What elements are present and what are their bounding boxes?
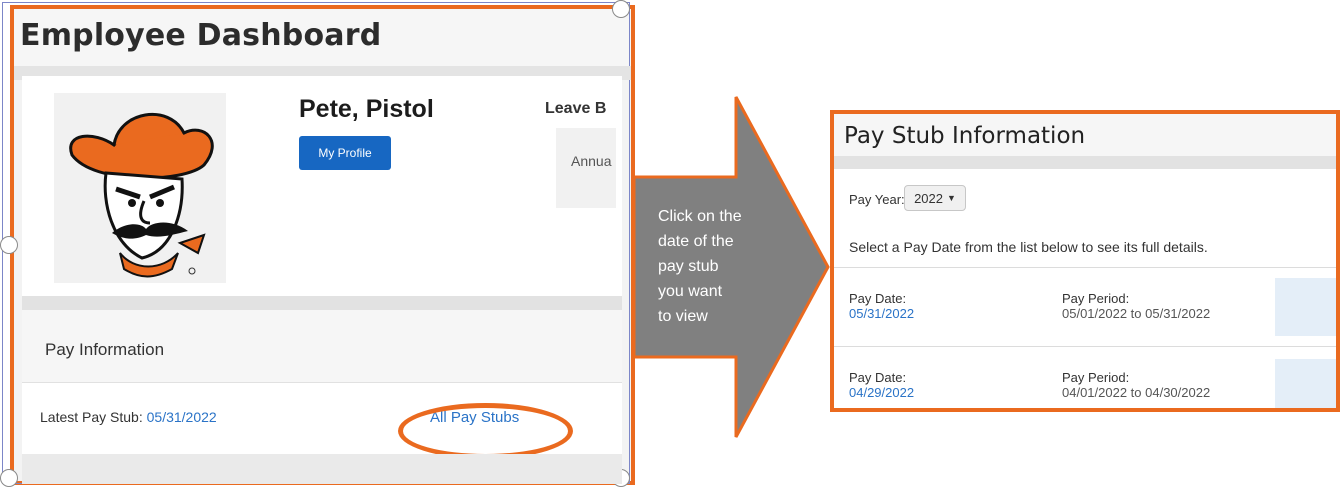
pay-year-label: Pay Year:	[849, 192, 905, 207]
pistol-pete-icon	[54, 93, 226, 283]
latest-pay-stub-label: Latest Pay Stub:	[40, 409, 143, 425]
pay-period-label: Pay Period:	[1062, 370, 1130, 385]
latest-pay-stub: Latest Pay Stub: 05/31/2022	[40, 409, 217, 425]
pay-year-value: 2022	[914, 190, 943, 206]
resize-handle-left[interactable]	[0, 236, 18, 254]
latest-pay-stub-link[interactable]: 05/31/2022	[147, 409, 217, 425]
pay-stub-header: Pay Stub Information	[834, 114, 1336, 156]
resize-handle-bottom-left[interactable]	[0, 469, 18, 487]
callout-line: you want	[658, 283, 723, 300]
highlight-oval	[398, 403, 573, 459]
page-title: Employee Dashboard	[20, 18, 382, 53]
header-divider	[834, 156, 1336, 169]
pay-period-value: 05/01/2022 to 05/31/2022	[1062, 306, 1211, 321]
leave-balances-title: Leave B	[545, 100, 607, 117]
instruction-text: Select a Pay Date from the list below to…	[849, 239, 1208, 255]
callout-line: date of the	[658, 233, 734, 250]
pay-period-label: Pay Period:	[1062, 291, 1130, 306]
caret-down-icon: ▼	[947, 193, 956, 203]
mascot-image	[54, 93, 226, 283]
employee-name: Pete, Pistol	[299, 95, 434, 123]
pay-stub-title: Pay Stub Information	[844, 123, 1086, 149]
pay-stub-row: Pay Date: 05/31/2022 Pay Period: 05/01/2…	[834, 268, 1336, 342]
pay-date-link[interactable]: 04/29/2022	[849, 385, 914, 400]
pay-information-title: Pay Information	[45, 340, 165, 359]
leave-item-label: Annua	[571, 153, 612, 169]
callout-line: pay stub	[658, 258, 719, 275]
pay-stub-amount-tile[interactable]	[1275, 278, 1336, 336]
pay-stub-row: Pay Date: 04/29/2022 Pay Period: 04/01/2…	[834, 347, 1336, 408]
pay-period-value: 04/01/2022 to 04/30/2022	[1062, 385, 1211, 400]
section-divider	[22, 296, 622, 310]
callout-line: to view	[658, 308, 708, 325]
pay-stub-amount-tile[interactable]	[1275, 359, 1336, 408]
pay-stub-information-panel: Pay Stub Information Pay Year: 2022 ▼ Se…	[830, 110, 1340, 412]
callout-line: Click on the	[658, 208, 742, 225]
pay-date-label: Pay Date:	[849, 370, 907, 385]
resize-handle-top-right[interactable]	[612, 0, 630, 18]
callout-text: Click on the date of the pay stub you wa…	[658, 204, 768, 329]
pay-date-label: Pay Date:	[849, 291, 907, 306]
my-profile-button[interactable]: My Profile	[299, 136, 391, 170]
dashboard-footer-band	[22, 454, 622, 484]
pay-year-select[interactable]: 2022 ▼	[904, 185, 966, 211]
pay-date-link[interactable]: 05/31/2022	[849, 306, 914, 321]
